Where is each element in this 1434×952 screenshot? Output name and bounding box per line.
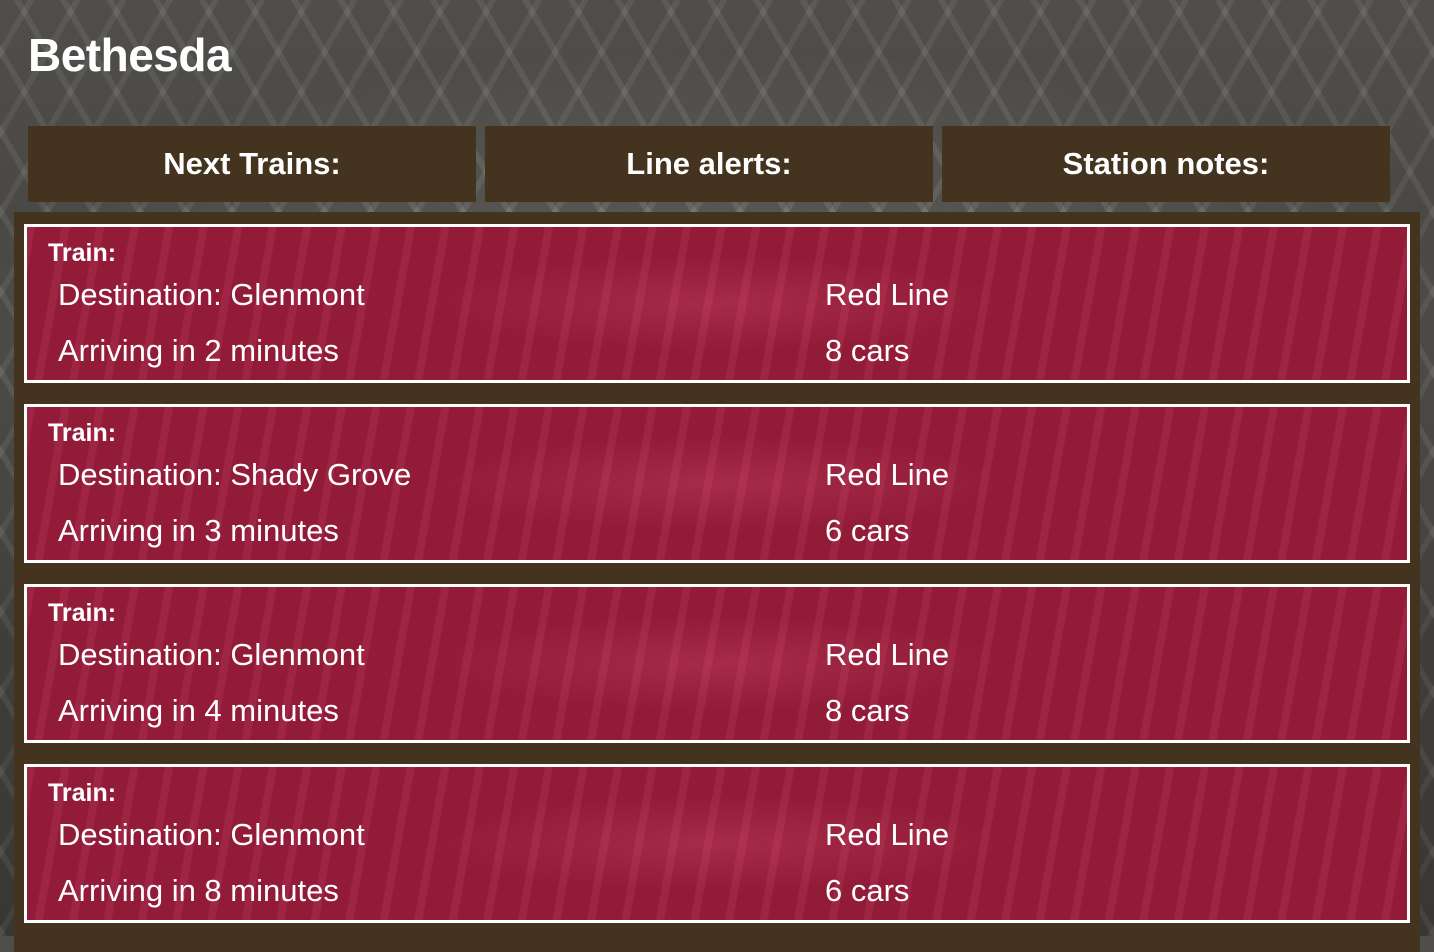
train-destination: Destination: Shady Grove	[58, 457, 412, 492]
train-destination: Destination: Glenmont	[58, 637, 365, 672]
tab-next-trains[interactable]: Next Trains:	[28, 126, 476, 202]
train-line: Red Line	[825, 817, 950, 852]
tab-station-notes[interactable]: Station notes:	[942, 126, 1390, 202]
train-line: Red Line	[825, 457, 950, 492]
train-arrival-time: Arriving in 4 minutes	[58, 693, 339, 728]
train-cars: 6 cars	[825, 513, 910, 548]
train-label: Train:	[48, 419, 117, 447]
train-arrival-time: Arriving in 8 minutes	[58, 873, 339, 908]
train-arrival-time: Arriving in 3 minutes	[58, 513, 339, 548]
next-trains-panel: Train: Destination: Glenmont Arriving in…	[14, 212, 1420, 952]
train-cars: 6 cars	[825, 873, 910, 908]
train-label: Train:	[48, 599, 117, 627]
train-card: Train: Destination: Glenmont Arriving in…	[24, 224, 1410, 383]
tab-bar: Next Trains: Line alerts: Station notes:	[28, 126, 1390, 202]
train-destination: Destination: Glenmont	[58, 817, 365, 852]
train-card: Train: Destination: Glenmont Arriving in…	[24, 584, 1410, 743]
train-card: Train: Destination: Shady Grove Arriving…	[24, 404, 1410, 563]
train-arrival-time: Arriving in 2 minutes	[58, 333, 339, 368]
tab-line-alerts[interactable]: Line alerts:	[485, 126, 933, 202]
train-cars: 8 cars	[825, 333, 910, 368]
train-line: Red Line	[825, 637, 950, 672]
train-line: Red Line	[825, 277, 950, 312]
train-list: Train: Destination: Glenmont Arriving in…	[24, 224, 1410, 944]
station-title: Bethesda	[28, 29, 232, 81]
train-destination: Destination: Glenmont	[58, 277, 365, 312]
train-card: Train: Destination: Glenmont Arriving in…	[24, 764, 1410, 923]
train-label: Train:	[48, 239, 117, 267]
train-cars: 8 cars	[825, 693, 910, 728]
train-label: Train:	[48, 779, 117, 807]
